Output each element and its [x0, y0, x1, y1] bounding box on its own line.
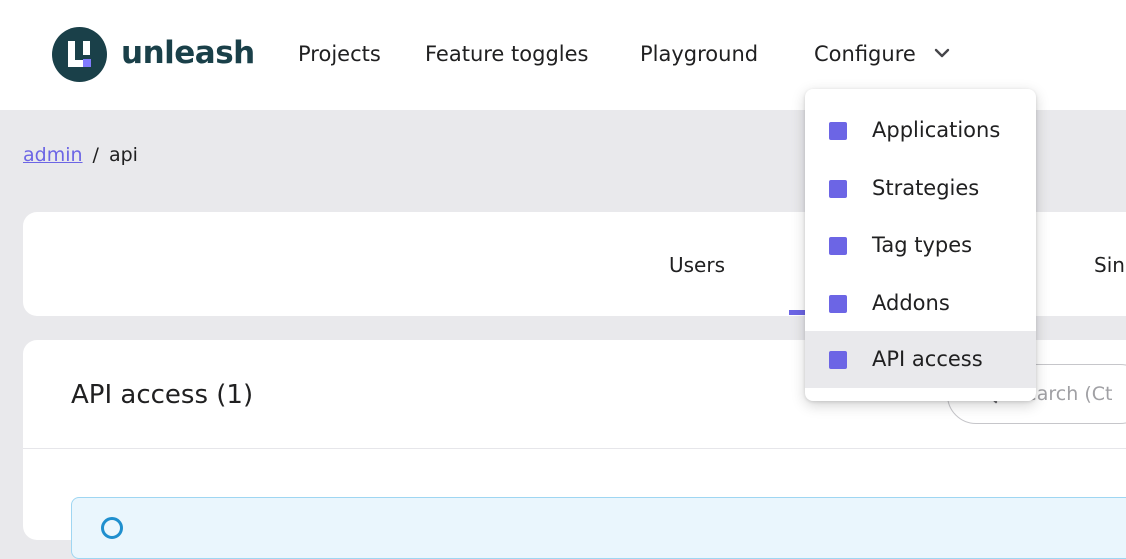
menu-item-strategies[interactable]: Strategies	[805, 160, 1036, 217]
info-icon	[101, 517, 123, 539]
breadcrumb-current: api	[108, 144, 138, 166]
chevron-down-icon[interactable]	[934, 45, 950, 61]
menu-item-label: Strategies	[872, 176, 980, 200]
menu-item-label: Tag types	[872, 233, 973, 257]
menu-item-addons[interactable]: Addons	[805, 275, 1036, 332]
breadcrumb-separator: /	[92, 144, 99, 166]
menu-item-label: Addons	[872, 291, 950, 315]
tab-single-sign-on[interactable]: Sin	[1094, 252, 1125, 278]
square-icon	[829, 295, 847, 313]
menu-item-api-access[interactable]: API access	[805, 331, 1036, 388]
nav-feature-toggles[interactable]: Feature toggles	[425, 40, 588, 68]
menu-item-tag-types[interactable]: Tag types	[805, 217, 1036, 274]
brand-name[interactable]: unleash	[121, 33, 255, 73]
card-divider	[23, 448, 1126, 449]
square-icon	[829, 180, 847, 198]
configure-dropdown-menu: Applications Strategies Tag types Addons…	[805, 89, 1036, 401]
menu-item-label: API access	[872, 347, 983, 371]
nav-projects[interactable]: Projects	[298, 40, 381, 68]
menu-item-label: Applications	[872, 118, 1001, 142]
square-icon	[829, 237, 847, 255]
breadcrumb: admin / api	[23, 142, 138, 168]
nav-playground[interactable]: Playground	[640, 40, 758, 68]
nav-configure[interactable]: Configure	[814, 40, 916, 68]
breadcrumb-admin-link[interactable]: admin	[23, 144, 83, 166]
tab-users[interactable]: Users	[669, 252, 725, 278]
unleash-logo-icon[interactable]	[52, 27, 107, 82]
info-alert	[71, 497, 1126, 559]
page-title: API access (1)	[71, 380, 254, 410]
square-icon	[829, 122, 847, 140]
menu-item-applications[interactable]: Applications	[805, 102, 1036, 159]
square-icon	[829, 351, 847, 369]
